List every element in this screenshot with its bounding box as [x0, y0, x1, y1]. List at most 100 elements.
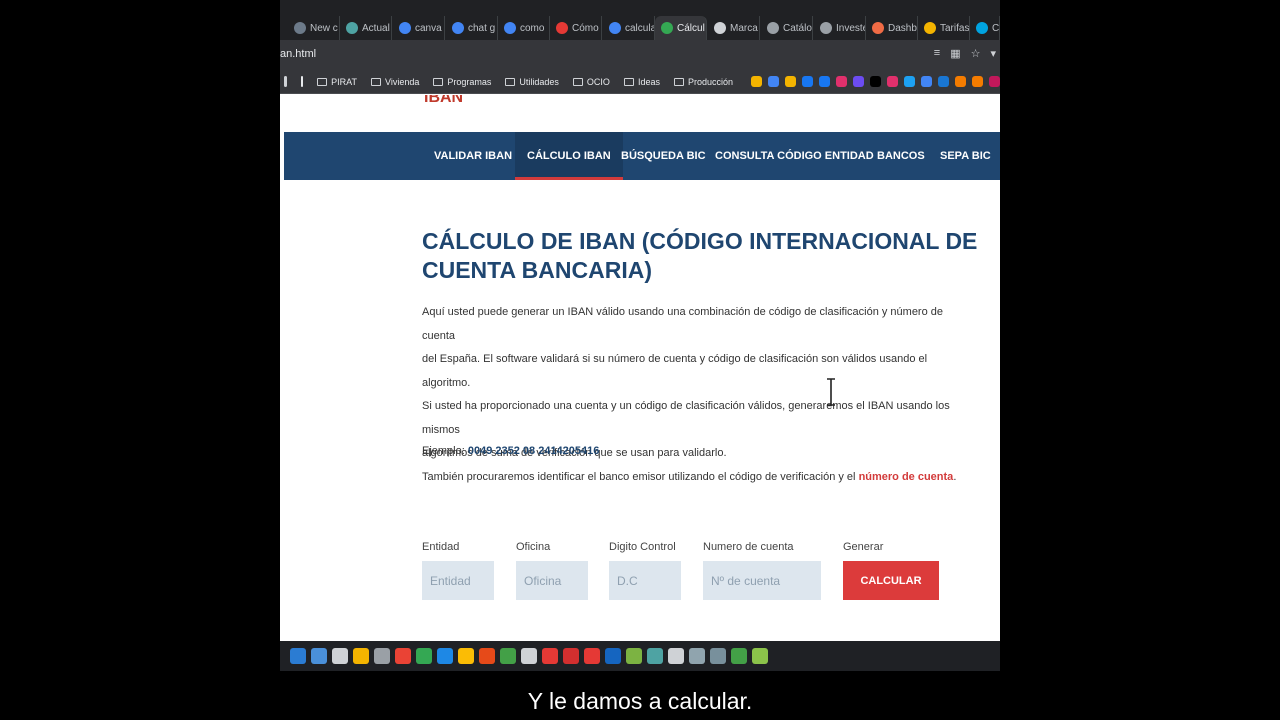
site-logo[interactable]: IBAN	[424, 95, 463, 107]
browser-tab[interactable]: New c	[288, 16, 340, 40]
taskbar-app-icon[interactable]	[584, 648, 600, 664]
url-text[interactable]: an.html	[280, 48, 316, 60]
browser-tab[interactable]: Cálcul	[655, 16, 707, 40]
nav-bancos[interactable]: BANCOS	[865, 132, 937, 180]
menu-icon[interactable]: ≡	[934, 47, 940, 60]
digito-control-input[interactable]	[609, 561, 681, 600]
taskbar-app-icon[interactable]	[689, 648, 705, 664]
browser-tab[interactable]: C	[970, 16, 1000, 40]
bookmark-folder[interactable]: Ideas	[623, 76, 660, 87]
taskbar-app-icon[interactable]	[353, 648, 369, 664]
browser-tab[interactable]: Marca	[708, 16, 760, 40]
tab-label: Tarifas	[940, 22, 970, 34]
address-bar[interactable]: an.html ≡ ▦ ☆ ▾	[280, 40, 1000, 70]
taskbar-app-icon[interactable]	[521, 648, 537, 664]
text-cursor-icon	[827, 378, 835, 406]
tab-label: como	[520, 22, 545, 34]
calcular-button[interactable]: CALCULAR	[843, 561, 939, 600]
taskbar-app-icon[interactable]	[479, 648, 495, 664]
bookmark-site-icon[interactable]	[853, 76, 864, 87]
bookmarks-bar: PIRAT Vivienda Programas Utilidades OCIO Idea…	[280, 70, 1000, 94]
bookmark-site-icon[interactable]	[972, 76, 983, 87]
taskbar-app-icon[interactable]	[458, 648, 474, 664]
taskbar-app-icon[interactable]	[731, 648, 747, 664]
bookmark-site-icon[interactable]	[870, 76, 881, 87]
taskbar-app-icon[interactable]	[626, 648, 642, 664]
bookmark-folder[interactable]: Programas	[433, 77, 491, 87]
nav-sepa-bic[interactable]: SEPA BIC	[928, 132, 1000, 180]
tab-strip: New c Actual canva chat g como Cómo calcula Cál…	[280, 0, 1000, 40]
taskbar-app-icon[interactable]	[500, 648, 516, 664]
browser-tab[interactable]: canva	[393, 16, 445, 40]
browser-tab[interactable]: Investe	[814, 16, 866, 40]
bookmark-site-icon[interactable]	[938, 76, 949, 87]
qr-icon[interactable]: ▦	[950, 47, 960, 60]
folder-icon	[505, 77, 516, 86]
taskbar-app-icon[interactable]	[311, 648, 327, 664]
taskbar-app-icon[interactable]	[605, 648, 621, 664]
example-value: 0049 2352 08 2414205416	[467, 445, 600, 457]
example: Ejemplo: 0049 2352 08 2414205416	[422, 445, 600, 457]
browser-tab[interactable]: Tarifas	[918, 16, 970, 40]
numero-cuenta-input[interactable]	[703, 561, 821, 600]
taskbar-app-icon[interactable]	[647, 648, 663, 664]
browser-tab[interactable]: Catálo	[761, 16, 813, 40]
numero-de-cuenta-link[interactable]: número de cuenta	[859, 471, 954, 483]
bookmark-site-icon[interactable]	[768, 76, 779, 87]
dropdown-icon[interactable]: ▾	[990, 47, 996, 60]
bookmark-folder-label: Programas	[447, 76, 492, 87]
description-line: Si usted ha proporcionado una cuenta y u…	[422, 400, 950, 436]
oficina-input[interactable]	[516, 561, 588, 600]
bookmark-site-icon[interactable]	[989, 76, 1000, 87]
bookmark-site-icon[interactable]	[955, 76, 966, 87]
tab-label: Dashb	[888, 22, 917, 34]
pinned-site-icon[interactable]	[300, 76, 304, 87]
bookmark-folder[interactable]: PIRAT	[317, 77, 357, 87]
bookmark-site-icon[interactable]	[887, 76, 898, 87]
browser-tab[interactable]: Dashb	[866, 16, 918, 40]
browser-tab[interactable]: Actual	[340, 16, 392, 40]
nav-consulta-codigo-entidad[interactable]: CONSULTA CÓDIGO ENTIDAD	[703, 132, 886, 180]
bookmark-site-icon[interactable]	[836, 76, 847, 87]
bookmark-site-icon[interactable]	[802, 76, 813, 87]
bookmark-site-icon[interactable]	[751, 76, 762, 87]
nav-calculo-iban[interactable]: CÁLCULO IBAN	[515, 132, 623, 180]
bookmark-folder-label: Producción	[687, 76, 733, 87]
nav-busqueda-bic[interactable]: BÚSQUEDA BIC	[609, 132, 718, 180]
browser-tab[interactable]: como	[498, 16, 550, 40]
bookmark-site-icon[interactable]	[904, 76, 915, 87]
bookmark-icon[interactable]: ☆	[971, 47, 981, 60]
taskbar-app-icon[interactable]	[752, 648, 768, 664]
tab-label: Actual	[362, 22, 390, 34]
taskbar-app-icon[interactable]	[416, 648, 432, 664]
browser-tab[interactable]: calcula	[603, 16, 655, 40]
taskbar-app-icon[interactable]	[563, 648, 579, 664]
taskbar-app-icon[interactable]	[668, 648, 684, 664]
bookmark-site-icon[interactable]	[921, 76, 932, 87]
bookmark-site-icon[interactable]	[785, 76, 796, 87]
browser-tab[interactable]: Cómo	[550, 16, 602, 40]
taskbar-app-icon[interactable]	[395, 648, 411, 664]
bookmark-folder[interactable]: Producción	[673, 76, 733, 87]
entidad-input[interactable]	[422, 561, 494, 600]
bookmark-folder[interactable]: OCIO	[572, 77, 610, 87]
tab-favicon-icon	[661, 22, 673, 34]
taskbar-app-icon[interactable]	[332, 648, 348, 664]
taskbar-app-icon[interactable]	[290, 648, 306, 664]
taskbar-app-icon[interactable]	[374, 648, 390, 664]
bookmark-folder-label: Ideas	[637, 76, 660, 87]
taskbar-app-icon[interactable]	[437, 648, 453, 664]
bookmark-site-icon[interactable]	[819, 76, 830, 87]
browser-tab[interactable]: chat g	[446, 16, 498, 40]
bookmark-folder[interactable]: Utilidades	[505, 77, 559, 87]
tab-favicon-icon	[556, 22, 568, 34]
tab-label: Investe	[836, 22, 866, 34]
tab-favicon-icon	[609, 22, 621, 34]
taskbar-app-icon[interactable]	[542, 648, 558, 664]
taskbar-app-icon[interactable]	[710, 648, 726, 664]
bookmark-folder[interactable]: Vivienda	[371, 77, 419, 87]
taskbar	[280, 641, 1000, 671]
nav-validar-iban[interactable]: VALIDAR IBAN	[422, 132, 524, 180]
tab-favicon-icon	[767, 22, 779, 34]
apps-icon[interactable]	[284, 76, 287, 87]
